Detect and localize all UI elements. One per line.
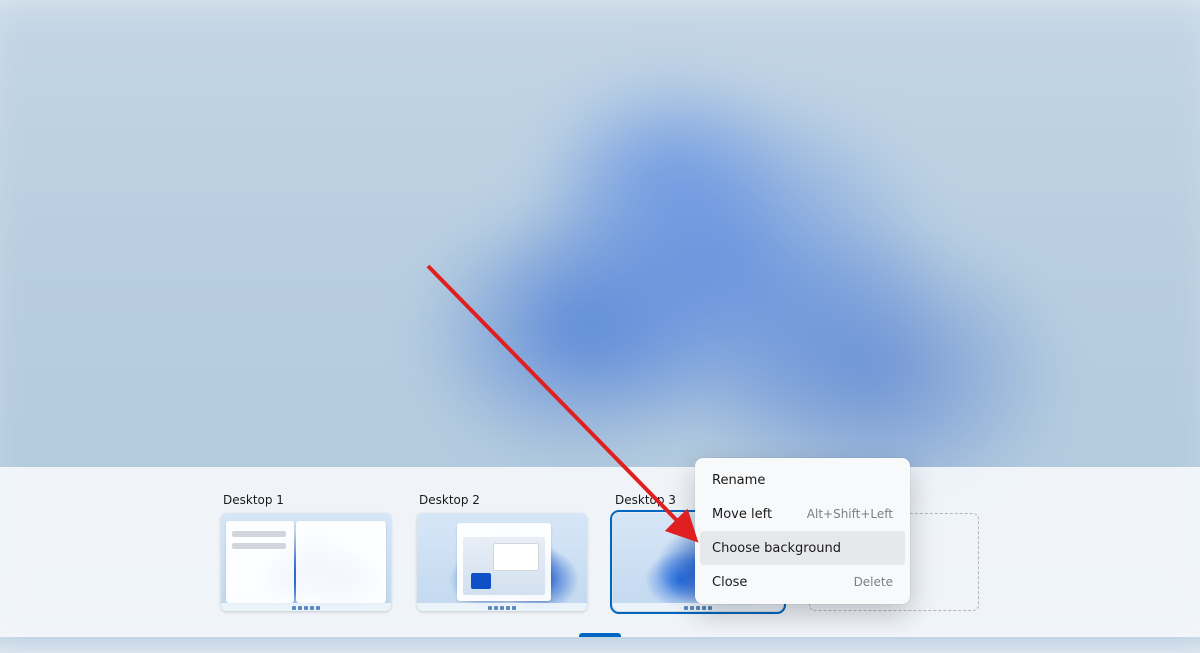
menu-item-close[interactable]: Close Delete bbox=[700, 565, 905, 599]
menu-item-shortcut: Alt+Shift+Left bbox=[807, 507, 893, 521]
menu-item-label: Move left bbox=[712, 507, 772, 522]
menu-item-move-left[interactable]: Move left Alt+Shift+Left bbox=[700, 497, 905, 531]
virtual-desktop-thumbnail[interactable] bbox=[417, 513, 587, 611]
virtual-desktop-card-1[interactable]: Desktop 1 bbox=[221, 493, 391, 611]
menu-item-label: Close bbox=[712, 575, 747, 590]
menu-item-label: Choose background bbox=[712, 541, 841, 556]
desktop-context-menu: Rename Move left Alt+Shift+Left Choose b… bbox=[695, 458, 910, 604]
virtual-desktop-thumbnail[interactable] bbox=[221, 513, 391, 611]
virtual-desktop-label: Desktop 3 bbox=[613, 493, 676, 507]
virtual-desktop-card-2[interactable]: Desktop 2 bbox=[417, 493, 587, 611]
menu-item-label: Rename bbox=[712, 473, 765, 488]
active-desktop-indicator bbox=[579, 633, 621, 637]
virtual-desktop-label: Desktop 2 bbox=[417, 493, 480, 507]
virtual-desktop-label: Desktop 1 bbox=[221, 493, 284, 507]
menu-item-choose-background[interactable]: Choose background bbox=[700, 531, 905, 565]
menu-item-rename[interactable]: Rename bbox=[700, 463, 905, 497]
task-view-desktops-bar: Desktop 1 Desktop 2 Desktop 3 New deskto… bbox=[0, 467, 1200, 637]
menu-item-shortcut: Delete bbox=[854, 575, 893, 589]
